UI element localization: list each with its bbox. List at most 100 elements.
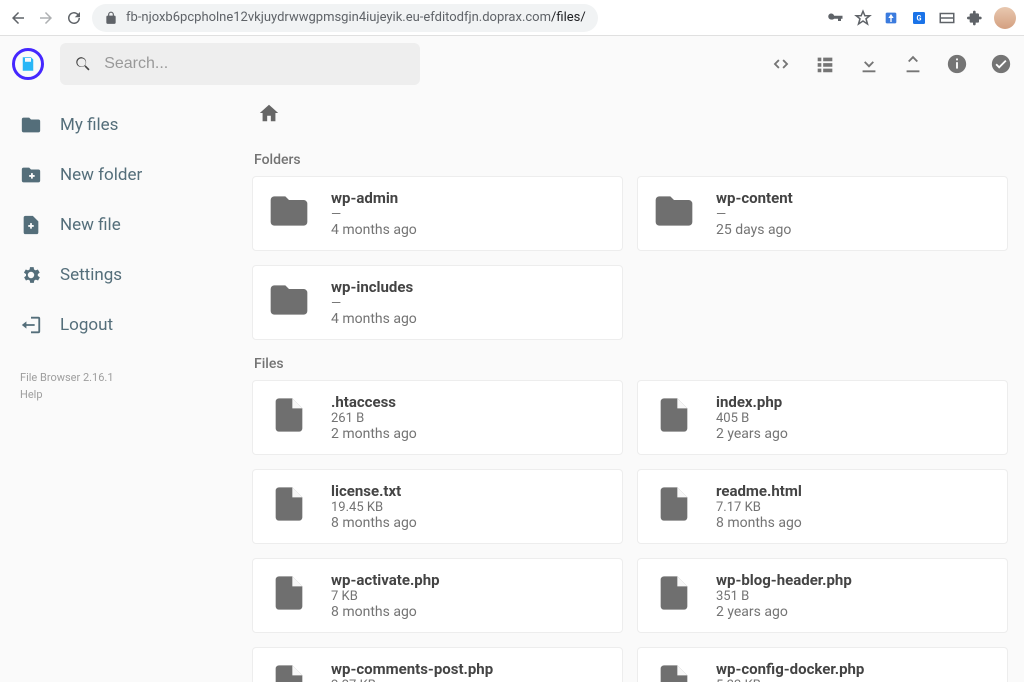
logout-icon <box>20 314 42 336</box>
item-name: wp-includes <box>331 278 417 296</box>
forward-button[interactable] <box>36 8 56 28</box>
lock-icon <box>104 11 118 25</box>
item-size: 405 B <box>716 411 788 426</box>
file-icon <box>267 571 311 615</box>
item-time: 4 months ago <box>331 311 417 327</box>
info-icon[interactable] <box>946 53 968 75</box>
item-size: — <box>331 296 417 311</box>
profile-avatar[interactable] <box>994 7 1016 29</box>
sidebar-item-label: Settings <box>60 265 122 285</box>
new-file-icon <box>20 214 42 236</box>
item-time: 25 days ago <box>716 222 793 238</box>
extension-icon-2[interactable]: G <box>910 9 928 27</box>
item-name: readme.html <box>716 482 802 500</box>
star-icon[interactable] <box>854 9 872 27</box>
item-size: 261 B <box>331 411 417 426</box>
folder-icon <box>267 278 311 322</box>
sidebar-item-label: New folder <box>60 165 142 185</box>
download-icon[interactable] <box>858 53 880 75</box>
file-icon <box>652 482 696 526</box>
breadcrumb <box>252 92 1008 136</box>
app-header <box>0 36 1024 92</box>
new-folder-icon <box>20 164 42 186</box>
sidebar-item-newfolder[interactable]: New folder <box>0 150 252 200</box>
folder-icon <box>267 189 311 233</box>
select-all-icon[interactable] <box>990 53 1012 75</box>
view-list-icon[interactable] <box>814 53 836 75</box>
file-icon <box>652 660 696 682</box>
item-name: wp-comments-post.php <box>331 660 493 678</box>
file-card[interactable]: readme.html7.17 KB8 months ago <box>637 469 1008 544</box>
file-card[interactable]: license.txt19.45 KB8 months ago <box>252 469 623 544</box>
item-name: license.txt <box>331 482 417 500</box>
file-card[interactable]: wp-comments-post.php2.27 KB7 months ago <box>252 647 623 682</box>
extension-icon-3[interactable] <box>938 9 956 27</box>
item-size: — <box>716 207 793 222</box>
app-logo[interactable] <box>12 48 44 80</box>
toggle-shell-icon[interactable] <box>770 53 792 75</box>
url-text: fb-njoxb6pcpholne12vkjuydrwwgpmsgin4iuje… <box>126 10 586 25</box>
item-name: wp-blog-header.php <box>716 571 852 589</box>
file-card[interactable]: index.php405 B2 years ago <box>637 380 1008 455</box>
sidebar: My files New folder New file Settings Lo… <box>0 92 252 682</box>
reload-button[interactable] <box>64 8 84 28</box>
file-card[interactable]: wp-blog-header.php351 B2 years ago <box>637 558 1008 633</box>
item-time: 4 months ago <box>331 222 417 238</box>
item-size: 19.45 KB <box>331 500 417 515</box>
sidebar-item-settings[interactable]: Settings <box>0 250 252 300</box>
folder-card[interactable]: wp-admin—4 months ago <box>252 176 623 251</box>
item-time: 2 months ago <box>331 426 417 442</box>
extensions-icon[interactable] <box>966 9 984 27</box>
folders-header: Folders <box>252 136 1008 176</box>
item-size: 351 B <box>716 589 852 604</box>
item-time: 8 months ago <box>331 515 417 531</box>
file-icon <box>267 482 311 526</box>
item-name: .htaccess <box>331 393 417 411</box>
item-name: index.php <box>716 393 788 411</box>
folder-icon <box>20 114 42 136</box>
item-time: 2 years ago <box>716 604 852 620</box>
item-size: — <box>331 207 417 222</box>
search-box[interactable] <box>60 43 420 85</box>
extension-icon-1[interactable] <box>882 9 900 27</box>
item-name: wp-config-docker.php <box>716 660 864 678</box>
url-bar[interactable]: fb-njoxb6pcpholne12vkjuydrwwgpmsgin4iuje… <box>92 4 598 32</box>
sidebar-item-newfile[interactable]: New file <box>0 200 252 250</box>
file-card[interactable]: wp-activate.php7 KB8 months ago <box>252 558 623 633</box>
back-button[interactable] <box>8 8 28 28</box>
folder-icon <box>652 189 696 233</box>
svg-text:G: G <box>917 13 922 22</box>
item-time: 2 years ago <box>716 426 788 442</box>
sidebar-item-label: Logout <box>60 315 113 335</box>
sidebar-item-myfiles[interactable]: My files <box>0 100 252 150</box>
sidebar-footer: File Browser 2.16.1 Help <box>0 350 252 423</box>
item-size: 7 KB <box>331 589 440 604</box>
file-card[interactable]: .htaccess261 B2 months ago <box>252 380 623 455</box>
settings-icon <box>20 264 42 286</box>
folder-card[interactable]: wp-includes—4 months ago <box>252 265 623 340</box>
item-name: wp-admin <box>331 189 417 207</box>
browser-actions: G <box>826 7 1016 29</box>
browser-toolbar: fb-njoxb6pcpholne12vkjuydrwwgpmsgin4iuje… <box>0 0 1024 36</box>
sidebar-item-label: My files <box>60 115 118 135</box>
file-icon <box>652 393 696 437</box>
sidebar-item-logout[interactable]: Logout <box>0 300 252 350</box>
file-card[interactable]: wp-config-docker.php5.33 KB2 months ago <box>637 647 1008 682</box>
item-name: wp-activate.php <box>331 571 440 589</box>
help-link[interactable]: Help <box>20 387 232 404</box>
item-time: 8 months ago <box>331 604 440 620</box>
search-icon <box>74 54 92 74</box>
file-icon <box>267 660 311 682</box>
main-content: Folders wp-admin—4 months agowp-content—… <box>252 92 1024 682</box>
folder-card[interactable]: wp-content—25 days ago <box>637 176 1008 251</box>
files-header: Files <box>252 340 1008 380</box>
key-icon[interactable] <box>826 9 844 27</box>
search-input[interactable] <box>104 55 406 73</box>
home-icon[interactable] <box>258 102 1008 124</box>
upload-icon[interactable] <box>902 53 924 75</box>
app-version: File Browser 2.16.1 <box>20 370 232 387</box>
item-size: 5.33 KB <box>716 678 864 682</box>
save-icon <box>19 55 37 73</box>
file-icon <box>652 571 696 615</box>
item-size: 7.17 KB <box>716 500 802 515</box>
